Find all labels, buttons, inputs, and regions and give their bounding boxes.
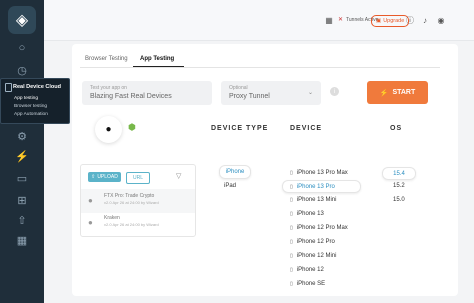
device-label: iPhone SE bbox=[296, 281, 326, 287]
app-upload-panel: ⇧ UPLOAD URL ▽ ● FTX Pro: Trade Crypto v… bbox=[80, 164, 196, 237]
device-item[interactable]: ▯ iPhone 12 Mini bbox=[290, 251, 336, 261]
clock-icon[interactable]: ◷ bbox=[14, 62, 30, 78]
app-name: FTX Pro: Trade Crypto bbox=[104, 193, 155, 199]
start-label: START bbox=[392, 89, 416, 96]
bolt-icon[interactable]: ⚡ bbox=[14, 148, 30, 164]
menu-item-browser-testing[interactable]: Browser testing bbox=[14, 104, 47, 109]
close-icon: ✕ bbox=[338, 17, 344, 23]
device-header: DEVICE bbox=[290, 125, 323, 132]
android-icon[interactable]: ⬢ bbox=[128, 122, 136, 133]
device-item[interactable]: ▯ iPhone 12 bbox=[290, 265, 324, 275]
menu-title: Real Device Cloud bbox=[13, 84, 61, 90]
device-label: iPhone 12 Pro bbox=[296, 239, 335, 245]
device-item[interactable]: ▯ iPhone 12 Pro bbox=[290, 237, 335, 247]
device-label: iPhone 12 Pro Max bbox=[296, 225, 348, 231]
plus-box-icon[interactable]: ⊞ bbox=[14, 192, 30, 208]
device-item[interactable]: ▯ iPhone 12 Pro Max bbox=[290, 223, 348, 233]
os-version-selected[interactable]: 15.4 bbox=[382, 167, 416, 180]
upload-label: UPLOAD bbox=[97, 174, 118, 180]
help-icon[interactable]: ⓘ bbox=[405, 15, 415, 25]
os-header: OS bbox=[390, 125, 403, 132]
tab-divider bbox=[80, 67, 440, 68]
info-icon[interactable]: i bbox=[330, 87, 339, 96]
phone-icon: ▯ bbox=[290, 211, 293, 217]
upload-box-icon[interactable]: ⇧ bbox=[14, 212, 30, 228]
lock-icon: ▣ bbox=[376, 18, 382, 24]
device-label: iPhone 12 Mini bbox=[296, 253, 337, 259]
phone-icon: ▯ bbox=[290, 225, 293, 231]
user-icon[interactable]: ◉ bbox=[436, 15, 446, 25]
phone-icon: ▯ bbox=[290, 267, 293, 273]
list-item[interactable]: ● Kraken v2.0 Apr 26 at 24:00 by Wizard bbox=[81, 211, 195, 235]
menu-item-app-testing[interactable]: App testing bbox=[14, 96, 38, 101]
bolt-icon: ⚡ bbox=[379, 89, 389, 97]
phone-icon: ▯ bbox=[290, 197, 293, 203]
app-meta: v2.0 Apr 26 at 24:00 by Wizard bbox=[104, 200, 159, 205]
device-type-header: DEVICE TYPE bbox=[211, 125, 269, 132]
bug-icon[interactable]: ⚙ bbox=[14, 128, 30, 144]
app-name: Kraken bbox=[104, 215, 120, 221]
device-type-ipad[interactable]: iPad bbox=[224, 183, 236, 189]
device-item[interactable]: ▯ iPhone SE bbox=[290, 279, 325, 289]
grid-apps-icon[interactable]: ▦ bbox=[324, 15, 334, 25]
phone-icon: ▯ bbox=[290, 183, 293, 190]
upgrade-label: Upgrade bbox=[383, 18, 405, 24]
list-item[interactable]: ● FTX Pro: Trade Crypto v2.0 Apr 26 at 2… bbox=[81, 189, 195, 213]
device-label: iPhone 13 Pro bbox=[296, 183, 335, 190]
tab-browser-testing[interactable]: Browser Testing bbox=[85, 56, 128, 62]
app-meta: v2.0 Apr 26 at 24:00 by Wizard bbox=[104, 222, 159, 227]
screen-icon[interactable]: ▭ bbox=[14, 170, 30, 186]
apple-icon: ● bbox=[88, 218, 93, 227]
proxy-field-value: Proxy Tunnel bbox=[229, 93, 270, 100]
device-label: iPhone 13 bbox=[296, 211, 324, 217]
url-button[interactable]: URL bbox=[126, 172, 150, 184]
upload-button[interactable]: ⇧ UPLOAD bbox=[88, 172, 121, 182]
start-button[interactable]: ⚡ START bbox=[367, 81, 428, 104]
device-item[interactable]: ▯ iPhone 13 Pro Max bbox=[290, 168, 348, 178]
app-select-field[interactable]: Test your app on Blazing Fast Real Devic… bbox=[82, 81, 212, 105]
phone-icon: ▯ bbox=[290, 170, 293, 176]
real-device-cloud-menu: Real Device Cloud App testing Browser te… bbox=[0, 78, 70, 124]
phone-icon: ▯ bbox=[290, 253, 293, 259]
menu-item-app-automation[interactable]: App Automation bbox=[14, 112, 48, 117]
upload-icon: ⇧ bbox=[91, 174, 96, 180]
device-label: iPhone 12 bbox=[296, 267, 324, 273]
bell-icon[interactable]: ♪ bbox=[420, 15, 430, 25]
os-version-item[interactable]: 15.2 bbox=[393, 183, 405, 189]
app-field-label: Test your app on bbox=[90, 85, 127, 91]
app-logo-icon[interactable]: ◈ bbox=[8, 6, 36, 34]
app-field-value: Blazing Fast Real Devices bbox=[90, 93, 172, 100]
device-label: iPhone 13 Mini bbox=[296, 197, 337, 203]
chevron-down-icon: ⌄ bbox=[307, 90, 313, 96]
device-label: iPhone 13 Pro Max bbox=[296, 170, 348, 176]
device-item-selected[interactable]: ▯ iPhone 13 Pro bbox=[282, 180, 361, 193]
apple-icon[interactable]: ● bbox=[95, 116, 122, 143]
phone-icon: ▯ bbox=[290, 239, 293, 245]
apple-icon: ● bbox=[88, 196, 93, 205]
grid-icon[interactable]: ▦ bbox=[14, 232, 30, 248]
device-item[interactable]: ▯ iPhone 13 bbox=[290, 209, 324, 219]
filter-icon[interactable]: ▽ bbox=[176, 172, 181, 180]
proxy-field-label: Optional bbox=[229, 85, 248, 91]
upgrade-button[interactable]: ▣ Upgrade bbox=[371, 15, 410, 27]
dashboard-icon[interactable]: ○ bbox=[14, 40, 30, 56]
device-item[interactable]: ▯ iPhone 13 Mini bbox=[290, 195, 336, 205]
sidebar: ◈ ○ ◷ ⚙ ⚡ ▭ ⊞ ⇧ ▦ bbox=[0, 0, 44, 303]
os-version-item[interactable]: 15.0 bbox=[393, 197, 405, 203]
tab-app-testing[interactable]: App Testing bbox=[140, 56, 174, 62]
device-type-iphone[interactable]: iPhone bbox=[219, 165, 251, 179]
proxy-tunnel-select[interactable]: Optional Proxy Tunnel ⌄ bbox=[221, 81, 321, 105]
phone-icon: ▯ bbox=[290, 281, 293, 287]
active-tab-indicator bbox=[133, 66, 184, 67]
device-icon bbox=[5, 83, 12, 92]
